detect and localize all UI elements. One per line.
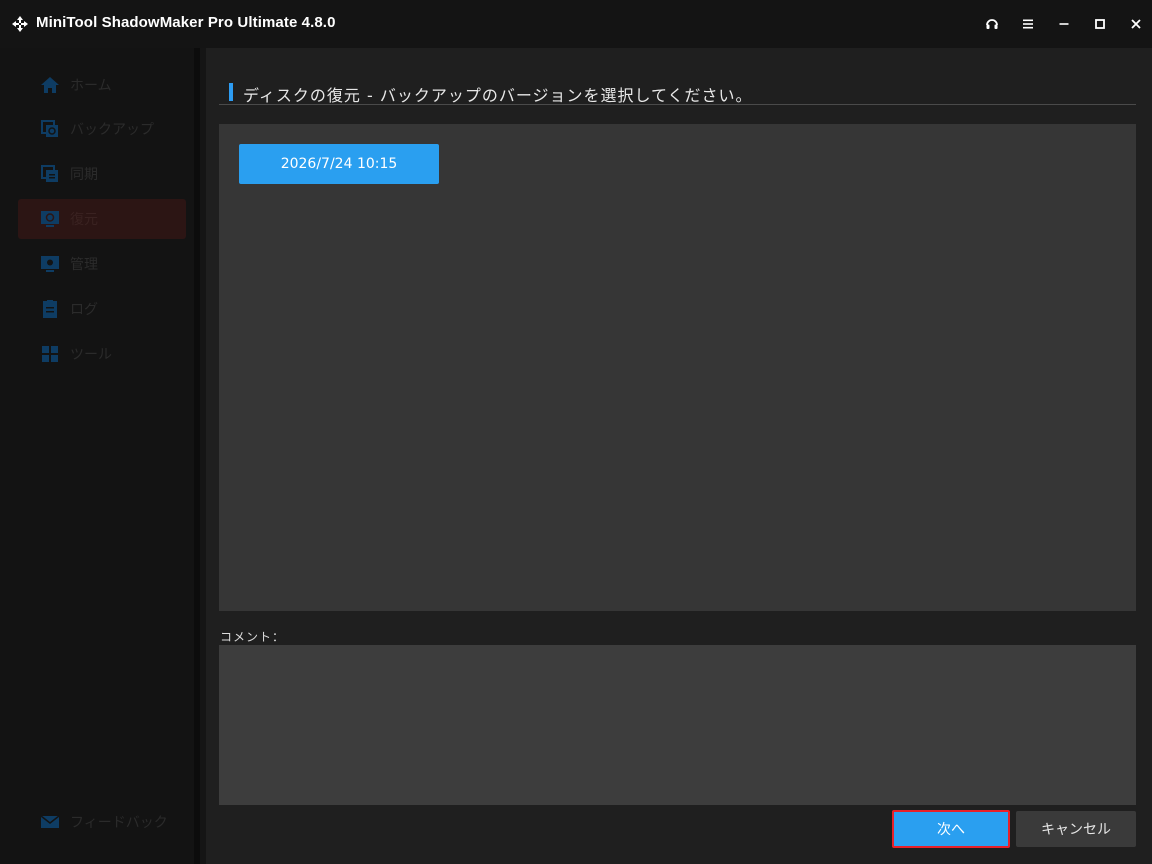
backup-icon [40,119,60,139]
sidebar-item-tools[interactable]: ツール [18,334,186,374]
minimize-icon [1059,23,1069,25]
sidebar: ホーム バックアップ 同期 復元 管理 ログ ツール フィードバック [0,48,206,864]
manage-icon [40,254,60,274]
maximize-icon [1095,19,1105,29]
version-list: 2026/7/24 10:15 [219,124,1136,611]
page-header: ディスクの復元 - バックアップのバージョンを選択してください。 [219,78,1136,105]
tools-icon [40,344,60,364]
sidebar-item-label: バックアップ [70,122,154,138]
home-icon [40,75,60,95]
sidebar-item-label: ツール [70,347,112,363]
support-button[interactable] [980,12,1004,36]
main-content: ディスクの復元 - バックアップのバージョンを選択してください。 2026/7/… [206,48,1152,864]
maximize-button[interactable] [1088,12,1112,36]
sidebar-item-manage[interactable]: 管理 [18,244,186,284]
sidebar-panel: ホーム バックアップ 同期 復元 管理 ログ ツール フィードバック [0,48,200,864]
sidebar-item-label: ホーム [70,78,112,94]
close-button[interactable] [1124,12,1148,36]
app-title: MiniTool ShadowMaker Pro Ultimate 4.8.0 [36,14,336,31]
restore-icon [40,209,60,229]
comment-field[interactable] [219,645,1136,805]
sidebar-item-label: 同期 [70,167,98,183]
log-icon [40,299,60,319]
sidebar-item-home[interactable]: ホーム [18,65,186,105]
minimize-button[interactable] [1052,12,1076,36]
title-bar: MiniTool ShadowMaker Pro Ultimate 4.8.0 [0,0,1152,48]
next-button[interactable]: 次へ [892,810,1010,848]
app-logo-icon [10,14,30,34]
sidebar-item-label: 復元 [70,212,98,228]
sidebar-item-restore[interactable]: 復元 [18,199,186,239]
app-window: MiniTool ShadowMaker Pro Ultimate 4.8.0 [0,0,1152,864]
menu-button[interactable] [1016,12,1040,36]
sidebar-item-label: ログ [70,302,98,318]
sidebar-item-feedback[interactable]: フィードバック [18,802,186,842]
title-accent-bar [229,83,233,101]
headset-icon [986,19,998,29]
sidebar-item-label: 管理 [70,257,98,273]
sidebar-item-label: フィードバック [70,815,168,831]
sidebar-item-log[interactable]: ログ [18,289,186,329]
cancel-button[interactable]: キャンセル [1016,811,1136,847]
close-icon [1131,19,1141,29]
sidebar-item-sync[interactable]: 同期 [18,154,186,194]
sync-icon [40,164,60,184]
version-item[interactable]: 2026/7/24 10:15 [239,144,439,184]
mail-icon [40,812,60,832]
sidebar-item-backup[interactable]: バックアップ [18,109,186,149]
comment-label: コメント： [220,630,286,644]
menu-icon [1023,19,1033,29]
page-title: ディスクの復元 - バックアップのバージョンを選択してください。 [243,86,753,105]
